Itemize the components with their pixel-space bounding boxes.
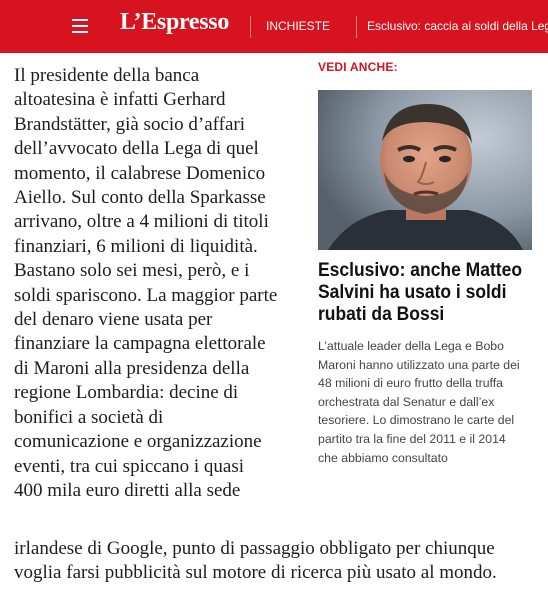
summary-line: partito tra la fine del 2011 e il 2014 [318, 431, 506, 446]
related-article-card[interactable]: VEDI ANCHE: Esclusivo: anche Matteo Salv… [318, 60, 532, 465]
summary-line: tesoriere. Lo dimostrano le carte del [318, 413, 515, 428]
article-line: Il presidente della banca [14, 65, 200, 86]
article-line: irlandese di Google, punto di passaggio … [14, 538, 495, 559]
article-line: bonifici a società di [14, 406, 164, 428]
summary-line: che abbiamo consultato [318, 450, 448, 465]
article-line: comunicazione e organizzazione [14, 431, 262, 453]
article-line: momento, il calabrese Domenico [14, 162, 266, 184]
nav-divider [250, 16, 251, 38]
article-line: finanziari, 6 milioni di liquidità. [14, 235, 258, 257]
article-body-continued: irlandese di Google, punto di passaggio … [14, 537, 544, 586]
menu-icon[interactable] [72, 19, 88, 33]
top-navigation-bar: L’Espresso INCHIESTE Esclusivo: caccia a… [0, 0, 548, 53]
see-also-label: VEDI ANCHE: [318, 60, 398, 74]
article-line: arrivano, oltre a 4 milioni di titoli [14, 211, 269, 233]
related-article-headline[interactable]: Esclusivo: anche Matteo Salvini ha usato… [318, 260, 531, 326]
nav-divider [356, 16, 357, 38]
article-line: Brandstätter, già socio d’affari [14, 113, 246, 135]
related-article-photo[interactable] [318, 90, 532, 250]
headline-line: Salvini ha usato i soldi [318, 282, 507, 303]
article-line: Aiello. Sul conto della Sparkasse [14, 187, 266, 209]
article-line: di Maroni alla presidenza della [14, 357, 250, 379]
related-article-summary: L’attuale leader della Lega e Bobo Maron… [318, 337, 538, 467]
portrait-image [318, 90, 532, 250]
nav-link-exclusive[interactable]: Esclusivo: caccia ai soldi della Lega [367, 19, 548, 33]
nav-link-inchieste[interactable]: INCHIESTE [266, 19, 330, 33]
summary-line: 48 milioni di euro frutto della truffa [318, 376, 504, 391]
headline-line: rubati da Bossi [318, 304, 445, 325]
article-line: soldi spariscono. La maggior parte [14, 284, 278, 306]
article-body: Il presidente della banca altoatesina è … [14, 64, 304, 503]
article-line: del denaro viene usata per [14, 309, 213, 331]
summary-line: orchestrata dal Senatur e dall’ex [318, 394, 495, 409]
article-line: dell’avvocato della Lega di quel [14, 138, 259, 160]
article-line: altoatesina è infatti Gerhard [14, 89, 226, 111]
article-line: 400 mila euro diretti alla sede [14, 479, 241, 501]
article-line: voglia farsi pubblicità sul motore di ri… [14, 562, 497, 584]
summary-line: Maroni hanno utilizzato una parte dei [318, 357, 520, 372]
site-logo[interactable]: L’Espresso [120, 9, 229, 36]
article-line: regione Lombardia: decine di [14, 382, 239, 404]
headline-line: Esclusivo: anche Matteo [318, 260, 522, 281]
article-line: finanziare la campagna elettorale [14, 333, 266, 355]
article-line: eventi, tra cui spiccano i quasi [14, 455, 245, 477]
summary-line: L’attuale leader della Lega e Bobo [318, 339, 504, 353]
article-line: Bastano solo sei mesi, però, e i [14, 260, 250, 282]
